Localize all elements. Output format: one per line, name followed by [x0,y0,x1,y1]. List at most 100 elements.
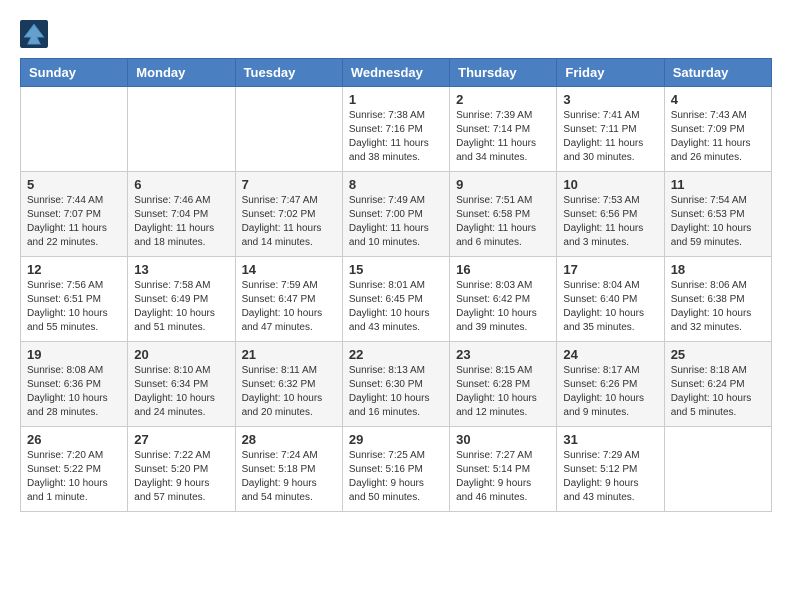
calendar-cell: 31 Sunrise: 7:29 AM Sunset: 5:12 PM Dayli… [557,427,664,512]
day-number: 7 [242,177,336,192]
calendar-cell: 21 Sunrise: 8:11 AM Sunset: 6:32 PM Dayli… [235,342,342,427]
calendar-week-row: 1 Sunrise: 7:38 AM Sunset: 7:16 PM Daylig… [21,87,772,172]
calendar-cell: 29 Sunrise: 7:25 AM Sunset: 5:16 PM Dayli… [342,427,449,512]
calendar-cell: 7 Sunrise: 7:47 AM Sunset: 7:02 PM Daylig… [235,172,342,257]
calendar-table: SundayMondayTuesdayWednesdayThursdayFrid… [20,58,772,512]
day-info: Sunrise: 7:46 AM Sunset: 7:04 PM Dayligh… [134,194,228,250]
day-number: 27 [134,432,228,447]
calendar-cell: 19Sunrise: 8:08 AM Sunset: 6:36 PM Dayli… [21,342,128,427]
day-info: Sunrise: 7:47 AM Sunset: 7:02 PM Dayligh… [242,194,336,250]
day-of-week-header: Friday [557,59,664,87]
calendar-cell: 26 Sunrise: 7:20 AM Sunset: 5:22 PM Dayli… [21,427,128,512]
day-info: Sunrise: 7:20 AM Sunset: 5:22 PM Dayligh… [27,449,121,505]
day-of-week-header: Saturday [664,59,771,87]
calendar-cell: 15 Sunrise: 8:01 AM Sunset: 6:45 PM Dayli… [342,257,449,342]
calendar-week-row: 19Sunrise: 8:08 AM Sunset: 6:36 PM Dayli… [21,342,772,427]
day-number: 11 [671,177,765,192]
calendar-cell: 6 Sunrise: 7:46 AM Sunset: 7:04 PM Daylig… [128,172,235,257]
day-info: Sunrise: 7:24 AM Sunset: 5:18 PM Dayligh… [242,449,336,505]
day-info: Sunrise: 8:11 AM Sunset: 6:32 PM Dayligh… [242,364,336,420]
day-info: Sunrise: 8:17 AM Sunset: 6:26 PM Dayligh… [563,364,657,420]
day-number: 8 [349,177,443,192]
day-number: 6 [134,177,228,192]
day-number: 15 [349,262,443,277]
day-info: Sunrise: 8:13 AM Sunset: 6:30 PM Dayligh… [349,364,443,420]
day-number: 21 [242,347,336,362]
day-info: Sunrise: 7:54 AM Sunset: 6:53 PM Dayligh… [671,194,765,250]
day-of-week-header: Sunday [21,59,128,87]
calendar-cell: 12Sunrise: 7:56 AM Sunset: 6:51 PM Dayli… [21,257,128,342]
calendar-cell: 4 Sunrise: 7:43 AM Sunset: 7:09 PM Daylig… [664,87,771,172]
day-number: 20 [134,347,228,362]
calendar-cell: 25Sunrise: 8:18 AM Sunset: 6:24 PM Dayli… [664,342,771,427]
day-info: Sunrise: 7:38 AM Sunset: 7:16 PM Dayligh… [349,109,443,165]
day-info: Sunrise: 7:27 AM Sunset: 5:14 PM Dayligh… [456,449,550,505]
day-number: 25 [671,347,765,362]
calendar-cell: 16 Sunrise: 8:03 AM Sunset: 6:42 PM Dayli… [450,257,557,342]
day-number: 13 [134,262,228,277]
calendar-cell: 27 Sunrise: 7:22 AM Sunset: 5:20 PM Dayli… [128,427,235,512]
day-number: 12 [27,262,121,277]
day-number: 3 [563,92,657,107]
logo [20,20,52,48]
day-number: 24 [563,347,657,362]
day-info: Sunrise: 8:15 AM Sunset: 6:28 PM Dayligh… [456,364,550,420]
calendar-cell: 13 Sunrise: 7:58 AM Sunset: 6:49 PM Dayli… [128,257,235,342]
day-info: Sunrise: 7:39 AM Sunset: 7:14 PM Dayligh… [456,109,550,165]
day-info: Sunrise: 8:04 AM Sunset: 6:40 PM Dayligh… [563,279,657,335]
calendar-week-row: 12Sunrise: 7:56 AM Sunset: 6:51 PM Dayli… [21,257,772,342]
day-number: 1 [349,92,443,107]
day-number: 17 [563,262,657,277]
day-info: Sunrise: 7:43 AM Sunset: 7:09 PM Dayligh… [671,109,765,165]
calendar-cell: 23 Sunrise: 8:15 AM Sunset: 6:28 PM Dayli… [450,342,557,427]
calendar-cell [128,87,235,172]
logo-icon [20,20,48,48]
calendar-cell: 20 Sunrise: 8:10 AM Sunset: 6:34 PM Dayli… [128,342,235,427]
day-of-week-header: Thursday [450,59,557,87]
calendar-cell [235,87,342,172]
day-number: 31 [563,432,657,447]
day-of-week-header: Monday [128,59,235,87]
day-number: 18 [671,262,765,277]
day-number: 9 [456,177,550,192]
calendar-cell [21,87,128,172]
day-info: Sunrise: 7:58 AM Sunset: 6:49 PM Dayligh… [134,279,228,335]
page-header [20,20,772,48]
day-number: 2 [456,92,550,107]
calendar-week-row: 26 Sunrise: 7:20 AM Sunset: 5:22 PM Dayli… [21,427,772,512]
calendar-cell: 1 Sunrise: 7:38 AM Sunset: 7:16 PM Daylig… [342,87,449,172]
calendar-cell: 5Sunrise: 7:44 AM Sunset: 7:07 PM Daylig… [21,172,128,257]
day-info: Sunrise: 8:03 AM Sunset: 6:42 PM Dayligh… [456,279,550,335]
calendar-cell: 14 Sunrise: 7:59 AM Sunset: 6:47 PM Dayli… [235,257,342,342]
day-info: Sunrise: 8:06 AM Sunset: 6:38 PM Dayligh… [671,279,765,335]
day-number: 5 [27,177,121,192]
calendar-cell: 3 Sunrise: 7:41 AM Sunset: 7:11 PM Daylig… [557,87,664,172]
day-info: Sunrise: 7:29 AM Sunset: 5:12 PM Dayligh… [563,449,657,505]
day-number: 23 [456,347,550,362]
calendar-cell: 2 Sunrise: 7:39 AM Sunset: 7:14 PM Daylig… [450,87,557,172]
day-info: Sunrise: 7:22 AM Sunset: 5:20 PM Dayligh… [134,449,228,505]
day-info: Sunrise: 7:59 AM Sunset: 6:47 PM Dayligh… [242,279,336,335]
day-info: Sunrise: 8:10 AM Sunset: 6:34 PM Dayligh… [134,364,228,420]
day-number: 30 [456,432,550,447]
calendar-cell: 24 Sunrise: 8:17 AM Sunset: 6:26 PM Dayli… [557,342,664,427]
day-number: 26 [27,432,121,447]
calendar-cell: 11 Sunrise: 7:54 AM Sunset: 6:53 PM Dayli… [664,172,771,257]
day-number: 28 [242,432,336,447]
calendar-cell: 28 Sunrise: 7:24 AM Sunset: 5:18 PM Dayli… [235,427,342,512]
calendar-week-row: 5Sunrise: 7:44 AM Sunset: 7:07 PM Daylig… [21,172,772,257]
day-info: Sunrise: 7:41 AM Sunset: 7:11 PM Dayligh… [563,109,657,165]
calendar-header-row: SundayMondayTuesdayWednesdayThursdayFrid… [21,59,772,87]
day-info: Sunrise: 8:01 AM Sunset: 6:45 PM Dayligh… [349,279,443,335]
day-number: 4 [671,92,765,107]
day-number: 14 [242,262,336,277]
day-of-week-header: Tuesday [235,59,342,87]
calendar-cell: 22 Sunrise: 8:13 AM Sunset: 6:30 PM Dayli… [342,342,449,427]
calendar-cell: 9Sunrise: 7:51 AM Sunset: 6:58 PM Daylig… [450,172,557,257]
calendar-cell [664,427,771,512]
day-number: 29 [349,432,443,447]
day-number: 22 [349,347,443,362]
day-number: 16 [456,262,550,277]
calendar-cell: 17 Sunrise: 8:04 AM Sunset: 6:40 PM Dayli… [557,257,664,342]
day-info: Sunrise: 7:25 AM Sunset: 5:16 PM Dayligh… [349,449,443,505]
